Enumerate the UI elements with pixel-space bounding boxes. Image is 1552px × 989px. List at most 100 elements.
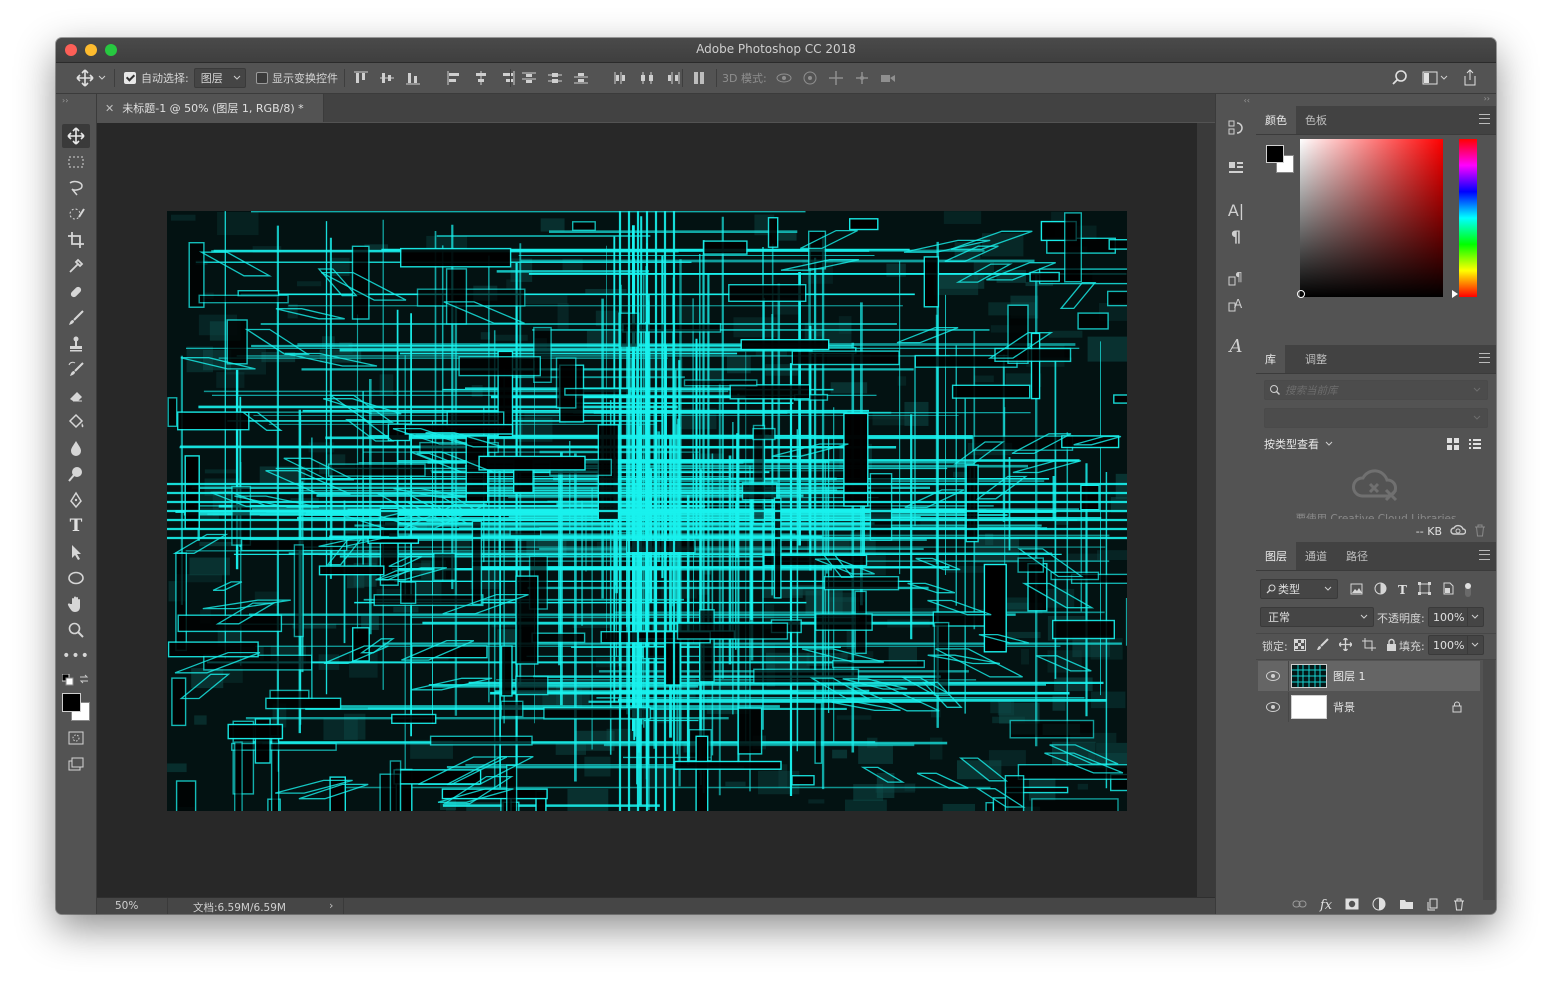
- align-bottom-icon[interactable]: [404, 70, 422, 86]
- tab-paths[interactable]: 路径: [1337, 542, 1377, 570]
- eraser-tool[interactable]: [62, 384, 90, 408]
- quick-selection-tool[interactable]: [62, 202, 90, 226]
- visibility-eye-icon[interactable]: [1258, 671, 1288, 681]
- opacity-field[interactable]: 100%: [1428, 607, 1484, 627]
- 3d-scale-icon[interactable]: [879, 70, 897, 86]
- hue-slider-handle-icon[interactable]: [1452, 290, 1458, 298]
- crop-tool[interactable]: [62, 228, 90, 252]
- tab-channels[interactable]: 通道: [1296, 542, 1336, 570]
- chevron-down-icon[interactable]: [1471, 614, 1479, 620]
- foreground-color-chip[interactable]: [1266, 145, 1284, 163]
- tab-libraries[interactable]: 库: [1256, 345, 1285, 373]
- edit-toolbar-button[interactable]: •••: [62, 644, 90, 668]
- vertical-scrollbar[interactable]: [1197, 123, 1215, 897]
- history-panel-icon[interactable]: [1224, 116, 1248, 140]
- add-layer-mask-icon[interactable]: [1345, 898, 1359, 913]
- document-canvas[interactable]: [167, 211, 1127, 811]
- new-group-folder-icon[interactable]: [1399, 898, 1414, 913]
- grid-view-icon[interactable]: [1446, 437, 1460, 454]
- 3d-roll-icon[interactable]: [801, 70, 819, 86]
- paint-bucket-tool[interactable]: [62, 410, 90, 434]
- tab-adjustments[interactable]: 调整: [1296, 345, 1336, 373]
- hue-slider[interactable]: [1459, 139, 1477, 297]
- new-layer-icon[interactable]: [1427, 898, 1440, 914]
- lock-all-icon[interactable]: [1386, 638, 1397, 654]
- 3d-rotate-icon[interactable]: [775, 70, 793, 86]
- layer-filter-kind-select[interactable]: 类型: [1260, 579, 1338, 599]
- close-tab-icon[interactable]: ✕: [105, 102, 114, 115]
- link-layers-icon[interactable]: [1292, 899, 1307, 912]
- pixel-layer-filter-icon[interactable]: [1350, 583, 1363, 598]
- layer-row[interactable]: 背景: [1258, 692, 1480, 722]
- screen-mode-button[interactable]: [62, 752, 90, 776]
- default-colors-icon[interactable]: [61, 673, 74, 689]
- character-panel-icon[interactable]: A|: [1224, 198, 1248, 222]
- blend-mode-select[interactable]: 正常: [1260, 607, 1374, 627]
- tab-color[interactable]: 颜色: [1256, 106, 1296, 134]
- smart-object-filter-icon[interactable]: [1442, 582, 1454, 598]
- move-tool-preset-picker[interactable]: [76, 63, 106, 93]
- 3d-drag-icon[interactable]: [827, 70, 845, 86]
- new-adjustment-layer-icon[interactable]: [1372, 897, 1386, 914]
- tab-layers[interactable]: 图层: [1256, 542, 1296, 570]
- blur-tool[interactable]: [62, 436, 90, 460]
- align-horizontal-center-icon[interactable]: [472, 70, 490, 86]
- distribute-bottom-icon[interactable]: [572, 70, 590, 86]
- layers-scrollbar[interactable]: [1483, 660, 1495, 900]
- expand-panels-icon[interactable]: ››: [1484, 94, 1490, 103]
- brush-tool[interactable]: [62, 306, 90, 330]
- distribute-right-icon[interactable]: [664, 70, 682, 86]
- align-vertical-center-icon[interactable]: [378, 70, 396, 86]
- foreground-color-swatch[interactable]: [62, 693, 81, 712]
- lock-transparent-pixels-icon[interactable]: [1294, 638, 1306, 654]
- distribute-horizontal-center-icon[interactable]: [638, 70, 656, 86]
- library-select[interactable]: [1264, 408, 1488, 428]
- align-left-icon[interactable]: [446, 70, 464, 86]
- lock-artboard-icon[interactable]: [1362, 638, 1376, 654]
- marquee-tool[interactable]: [62, 150, 90, 174]
- auto-align-layers-button[interactable]: [692, 63, 708, 93]
- healing-brush-tool[interactable]: [62, 280, 90, 304]
- library-panel-menu-icon[interactable]: [1479, 353, 1490, 363]
- adjustment-layer-filter-icon[interactable]: [1374, 582, 1387, 598]
- zoom-level[interactable]: 50%: [115, 900, 138, 912]
- 3d-slide-icon[interactable]: [853, 70, 871, 86]
- glyphs-panel-icon[interactable]: A: [1224, 334, 1248, 358]
- lock-image-pixels-icon[interactable]: [1316, 638, 1329, 654]
- character-styles-icon[interactable]: A: [1224, 292, 1248, 316]
- clone-stamp-tool[interactable]: [62, 332, 90, 356]
- layers-panel-menu-icon[interactable]: [1479, 550, 1490, 560]
- distribute-vertical-center-icon[interactable]: [546, 70, 564, 86]
- show-transform-controls-checkbox[interactable]: [256, 72, 268, 84]
- history-brush-tool[interactable]: [62, 358, 90, 382]
- shape-layer-filter-icon[interactable]: [1417, 582, 1431, 598]
- auto-select-checkbox[interactable]: [124, 72, 136, 84]
- canvas-area[interactable]: [97, 123, 1197, 897]
- align-right-icon[interactable]: [498, 70, 516, 86]
- auto-select-target-select[interactable]: 图层: [193, 68, 246, 88]
- lock-position-icon[interactable]: [1338, 637, 1353, 654]
- pen-tool[interactable]: [62, 488, 90, 512]
- share-icon[interactable]: [1462, 69, 1478, 87]
- view-by-type-dropdown[interactable]: 按类型查看: [1264, 436, 1333, 452]
- layer-style-fx-icon[interactable]: fx: [1320, 898, 1332, 913]
- eyedropper-tool[interactable]: [62, 254, 90, 278]
- properties-panel-icon[interactable]: [1224, 156, 1248, 180]
- align-top-icon[interactable]: [352, 70, 370, 86]
- list-view-icon[interactable]: [1468, 437, 1482, 454]
- lasso-tool[interactable]: [62, 176, 90, 200]
- workspace-switcher-icon[interactable]: [1422, 70, 1448, 86]
- zoom-tool[interactable]: [62, 618, 90, 642]
- collapse-dock-icon[interactable]: ‹‹: [1244, 96, 1250, 105]
- paragraph-panel-icon[interactable]: ¶: [1224, 224, 1248, 248]
- type-layer-filter-icon[interactable]: T: [1398, 583, 1407, 597]
- collapse-arrows-icon[interactable]: ››: [62, 96, 68, 105]
- color-panel-menu-icon[interactable]: [1479, 114, 1490, 124]
- filter-toggle-icon[interactable]: [1464, 583, 1471, 597]
- path-selection-tool[interactable]: [62, 540, 90, 564]
- quick-mask-button[interactable]: [62, 726, 90, 750]
- ellipse-tool[interactable]: [62, 566, 90, 590]
- document-tab[interactable]: ✕ 未标题-1 @ 50% (图层 1, RGB/8) *: [97, 94, 324, 122]
- swap-colors-icon[interactable]: [78, 673, 90, 688]
- delete-layer-trash-icon[interactable]: [1453, 898, 1465, 914]
